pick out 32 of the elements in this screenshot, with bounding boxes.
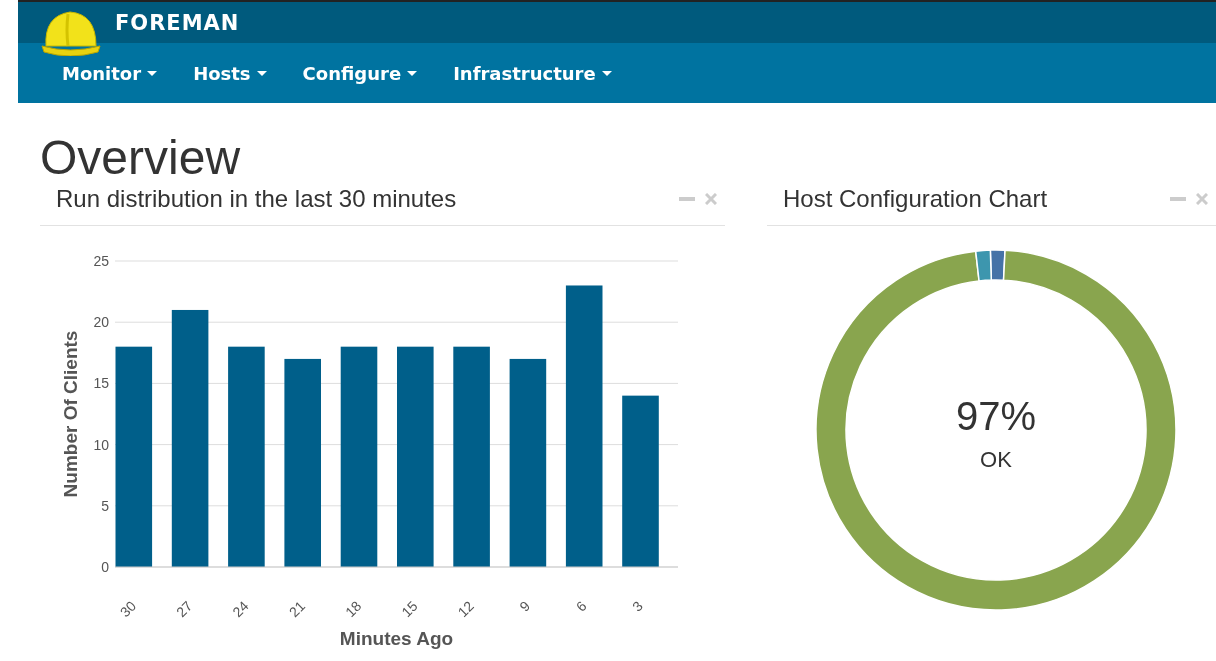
axis-tick-label: 0	[100, 559, 109, 575]
axis-title: Minutes Ago	[339, 628, 453, 649]
axis-tick-label: 27	[172, 597, 195, 621]
axis-tick-label: 15	[92, 375, 109, 392]
widget-title: Run distribution in the last 30 minutes	[56, 185, 457, 213]
axis-tick-label: 6	[572, 597, 590, 615]
close-icon[interactable]	[1196, 193, 1208, 205]
donut-label: OK	[979, 447, 1012, 472]
axis-tick-label: 21	[285, 597, 308, 621]
widget-title: Host Configuration Chart	[783, 185, 1048, 213]
axis-tick-label: 3	[628, 597, 646, 615]
axis-title: Number Of Clients	[59, 330, 81, 498]
axis-tick-label: 10	[92, 436, 109, 453]
brand-name[interactable]: FOREMAN	[115, 10, 240, 35]
nav-menu[interactable]: Infrastructure	[441, 56, 624, 90]
axis-tick-label: 25	[92, 253, 109, 269]
close-icon[interactable]	[705, 193, 717, 205]
axis-tick-label: 15	[397, 597, 421, 621]
nav-menu[interactable]: Hosts	[181, 56, 279, 90]
nav-menu[interactable]: Monitor	[50, 56, 170, 90]
nav-menu[interactable]: Configure	[290, 56, 430, 90]
axis-tick-label: 5	[100, 497, 109, 514]
minimize-icon[interactable]	[679, 197, 695, 201]
axis-tick-label: 12	[454, 597, 477, 621]
axis-tick-label: 9	[515, 597, 533, 615]
axis-tick-label: 24	[228, 597, 252, 621]
axis-tick-label: 18	[341, 597, 364, 621]
minimize-icon[interactable]	[1170, 197, 1186, 201]
donut-value: 97%	[955, 394, 1036, 438]
axis-tick-label: 30	[116, 597, 139, 621]
page-title: Overview	[40, 131, 242, 185]
axis-tick-label: 20	[92, 314, 109, 331]
